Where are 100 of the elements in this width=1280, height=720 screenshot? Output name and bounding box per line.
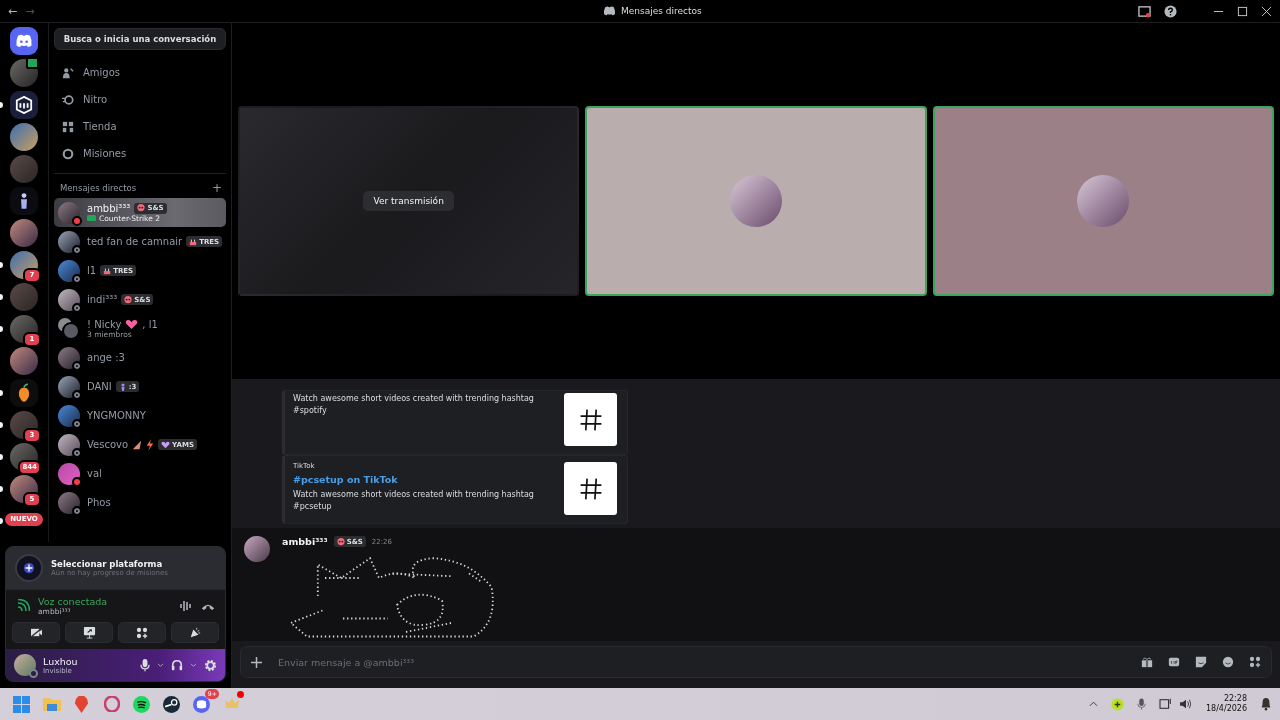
cake-icon	[189, 237, 198, 246]
server-icon[interactable]	[10, 187, 38, 215]
search-button[interactable]: Busca o inicia una conversación	[54, 28, 226, 50]
quests-icon	[62, 147, 74, 160]
hashtag-thumbnail[interactable]	[564, 462, 617, 515]
username: Luxhou	[43, 655, 79, 667]
display-icon[interactable]	[1158, 698, 1173, 710]
embed-description: Watch awesome short videos created with trending hashtag #pcsetup	[293, 489, 535, 513]
dm-name-suffix: , l1	[142, 318, 158, 330]
dm-name: ambbi³³³	[87, 202, 131, 214]
avatar	[58, 230, 80, 253]
server-icon[interactable]	[10, 379, 38, 407]
stream-preview[interactable]: Ver transmisión	[238, 106, 580, 296]
clock-time[interactable]: 22:28	[1223, 694, 1247, 704]
screen-share-button[interactable]	[65, 622, 113, 643]
notification-bell-icon[interactable]	[1260, 697, 1272, 711]
game-icon	[87, 214, 96, 222]
embed-title-link[interactable]: #pcsetup on TikTok	[293, 474, 543, 485]
maximize-icon[interactable]	[1237, 5, 1248, 17]
help-icon[interactable]	[1164, 4, 1177, 18]
dm-name: indi³³³	[87, 294, 118, 305]
noise-suppression-icon[interactable]	[179, 599, 193, 613]
server-icon[interactable]	[10, 123, 38, 151]
game-store-icon[interactable]	[163, 695, 180, 713]
back-button[interactable]: ←	[8, 4, 18, 18]
dm-name: DANI	[87, 381, 112, 392]
speaker-icon[interactable]	[1178, 698, 1193, 710]
avatar[interactable]	[244, 536, 270, 562]
start-menu-icon[interactable]	[13, 695, 30, 713]
soundboard-button[interactable]	[171, 622, 219, 643]
microphone-icon[interactable]	[1136, 697, 1146, 711]
chat-app-icon[interactable]	[193, 695, 210, 713]
nav-item[interactable]: Misiones	[54, 140, 226, 167]
nav-item[interactable]: Nitro	[54, 86, 226, 113]
discord-home-button[interactable]	[10, 27, 38, 55]
emoji-icon[interactable]	[1222, 656, 1234, 668]
ring-browser-icon[interactable]	[103, 696, 120, 712]
nav-item[interactable]: Tienda	[54, 113, 226, 140]
watch-stream-button[interactable]: Ver transmisión	[363, 191, 454, 211]
dm-name: ! Nicky	[87, 318, 122, 330]
cube-logo-icon	[15, 96, 33, 114]
message-input[interactable]: Enviar mensaje a @ambbi³³³	[276, 655, 1127, 669]
avatar	[58, 491, 80, 514]
apps-icon[interactable]	[1249, 656, 1261, 668]
avatar	[58, 404, 80, 427]
add-dm-button[interactable]: +	[211, 182, 222, 194]
section-header: Mensajes directos	[60, 183, 137, 193]
wedge-emoji-icon	[132, 439, 143, 450]
figure-icon	[18, 190, 30, 212]
chevron-down-icon[interactable]	[157, 662, 164, 668]
shield-check-icon[interactable]	[1110, 697, 1124, 711]
server-icon[interactable]	[10, 91, 38, 119]
settings-icon[interactable]	[204, 658, 217, 672]
gift-icon[interactable]	[1141, 656, 1153, 668]
music-app-icon[interactable]	[133, 695, 150, 713]
figure-icon	[118, 382, 127, 391]
inbox-icon[interactable]	[1138, 4, 1151, 18]
sticker-icon[interactable]	[1195, 656, 1207, 668]
camera-off-button[interactable]	[12, 622, 60, 643]
dm-item[interactable]: YNGMONNY	[54, 401, 226, 430]
dm-item[interactable]: val	[54, 459, 226, 488]
camera-off-icon	[29, 627, 43, 638]
skull-icon	[336, 537, 345, 546]
signal-icon	[16, 599, 30, 613]
lion-browser-icon[interactable]	[74, 695, 89, 713]
skull-icon	[124, 295, 133, 304]
voice-status[interactable]: Voz conectada	[38, 596, 171, 607]
participant-tile[interactable]	[585, 106, 927, 296]
activities-button[interactable]	[118, 622, 166, 643]
add-attachment-icon[interactable]	[251, 656, 262, 668]
dm-item[interactable]: ange :3	[54, 343, 226, 372]
headphones-icon[interactable]	[171, 659, 183, 671]
heart-icon	[161, 440, 171, 449]
dm-item[interactable]: Phos	[54, 488, 226, 517]
chevron-up-icon[interactable]	[1088, 701, 1098, 707]
gif-icon[interactable]	[1168, 656, 1180, 668]
window-title: Mensajes directos	[621, 6, 702, 16]
quest-title[interactable]: Seleccionar plataforma	[51, 559, 168, 569]
friends-icon	[62, 66, 74, 79]
screen-share-icon	[82, 626, 96, 639]
dm-name: Phos	[87, 497, 111, 508]
close-icon[interactable]	[1261, 5, 1272, 17]
clock-date[interactable]: 18/4/2026	[1205, 704, 1247, 714]
message-field[interactable]: Enviar mensaje a @ambbi³³³	[240, 646, 1272, 678]
participant-avatar	[730, 175, 782, 227]
avatar	[58, 375, 80, 398]
participant-tile[interactable]	[932, 106, 1274, 296]
cake-icon	[103, 266, 112, 275]
microphone-icon[interactable]	[140, 658, 150, 672]
heart-emoji-icon	[125, 318, 139, 330]
hashtag-thumbnail[interactable]	[564, 393, 617, 446]
chevron-down-icon[interactable]	[190, 662, 197, 668]
activities-icon	[136, 626, 148, 639]
embed-description: Watch awesome short videos created with trending hashtag #spotify	[293, 393, 535, 417]
user-avatar[interactable]	[14, 654, 36, 676]
avatar	[58, 346, 80, 369]
dm-name: Vescovo	[87, 439, 129, 450]
message-author[interactable]: ambbi³³³	[282, 536, 328, 547]
nav-item[interactable]: Amigos	[54, 59, 226, 86]
quest-platform-button[interactable]	[15, 554, 43, 582]
